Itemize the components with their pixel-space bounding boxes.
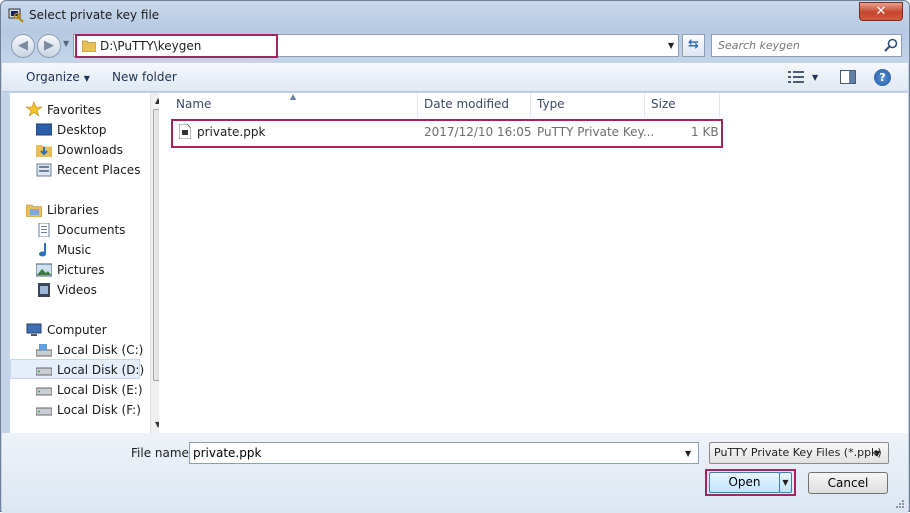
sidebar-heading-computer[interactable]: Computer — [47, 323, 107, 337]
column-divider[interactable] — [719, 93, 720, 117]
file-date: 2017/12/10 16:05 — [424, 125, 532, 139]
new-folder-button[interactable]: New folder — [112, 70, 177, 84]
title-bar: Select private key file ✕ — [1, 1, 909, 29]
forward-button[interactable]: ▶ — [37, 34, 61, 58]
column-header-type[interactable]: Type — [537, 97, 565, 117]
views-dropdown-icon[interactable]: ▼ — [812, 73, 818, 82]
sidebar-item-recent-places[interactable]: Recent Places — [57, 163, 140, 177]
organize-menu[interactable]: Organize ▼ — [26, 70, 90, 84]
pictures-icon — [36, 263, 52, 277]
file-name-label: File name: — [131, 446, 193, 460]
file-dialog: Select private key file ✕ ◀ ▶ ▼ D:\PuTTY… — [0, 0, 910, 513]
refresh-button[interactable]: ⇆ — [682, 34, 705, 57]
sort-ascending-icon: ▲ — [290, 92, 297, 101]
open-button[interactable]: Open — [709, 472, 780, 493]
open-options-dropdown-icon[interactable]: ▼ — [779, 472, 792, 493]
system-drive-icon — [36, 344, 52, 357]
view-options-icon[interactable] — [788, 71, 804, 83]
sidebar-item-local-disk-e[interactable]: Local Disk (E:) — [57, 383, 143, 397]
window-title: Select private key file — [29, 8, 160, 22]
sidebar-item-local-disk-d[interactable]: Local Disk (D:) — [57, 363, 144, 377]
recent-places-icon — [36, 163, 52, 177]
column-divider[interactable] — [530, 93, 531, 117]
downloads-icon — [36, 145, 52, 157]
file-type-select[interactable]: PuTTY Private Key Files (*.ppk) — [709, 442, 889, 464]
search-icon[interactable] — [884, 38, 898, 52]
libraries-icon — [26, 204, 42, 217]
sidebar-item-downloads[interactable]: Downloads — [57, 143, 123, 157]
search-box[interactable] — [711, 34, 902, 57]
back-arrow-icon: ◀ — [18, 38, 28, 53]
sidebar-item-documents[interactable]: Documents — [57, 223, 125, 237]
file-list: Name ▲ Date modified Type Size private.p… — [159, 92, 908, 433]
music-icon — [39, 243, 46, 257]
ppk-file-icon — [179, 124, 191, 139]
forward-arrow-icon: ▶ — [44, 38, 54, 53]
resize-grip-icon[interactable] — [895, 499, 905, 509]
file-name-dropdown-icon[interactable]: ▼ — [685, 449, 691, 458]
putty-key-icon — [8, 8, 24, 23]
column-divider[interactable] — [417, 93, 418, 117]
close-button[interactable]: ✕ — [859, 2, 903, 21]
drive-icon — [36, 407, 52, 416]
help-icon[interactable]: ? — [874, 69, 891, 86]
sidebar-item-local-disk-c[interactable]: Local Disk (C:) — [57, 343, 143, 357]
caret-down-icon: ▼ — [83, 74, 90, 83]
recent-locations-dropdown-icon[interactable]: ▼ — [63, 39, 69, 48]
sidebar-item-music[interactable]: Music — [57, 243, 91, 257]
command-bar: Organize ▼ New folder ▼ ? — [2, 62, 908, 92]
sidebar-heading-favorites[interactable]: Favorites — [47, 103, 101, 117]
column-header-date-modified[interactable]: Date modified — [424, 97, 509, 117]
back-button[interactable]: ◀ — [11, 34, 35, 58]
drive-icon — [36, 387, 52, 396]
address-dropdown-icon[interactable]: ▼ — [668, 41, 674, 50]
address-highlight-box — [75, 34, 278, 58]
refresh-icon: ⇆ — [688, 37, 699, 52]
file-name: private.ppk — [197, 125, 266, 139]
sidebar-item-desktop[interactable]: Desktop — [57, 123, 107, 137]
file-type-dropdown-icon[interactable]: ▼ — [874, 449, 880, 458]
sidebar-item-local-disk-f[interactable]: Local Disk (F:) — [57, 403, 141, 417]
column-divider[interactable] — [644, 93, 645, 117]
file-size: 1 KB — [691, 125, 719, 139]
dialog-footer: File name: ▼ PuTTY Private Key Files (*.… — [2, 433, 908, 513]
sidebar-item-videos[interactable]: Videos — [57, 283, 97, 297]
file-name-input[interactable] — [189, 442, 699, 464]
cancel-button[interactable]: Cancel — [808, 472, 888, 494]
preview-pane-icon[interactable] — [840, 70, 856, 84]
navigation-pane: Favorites Desktop Downloads Recent Place… — [10, 93, 167, 433]
desktop-icon — [36, 123, 52, 136]
column-header-size[interactable]: Size — [651, 97, 676, 117]
documents-icon — [38, 223, 50, 237]
file-type: PuTTY Private Key... — [537, 125, 655, 139]
search-input[interactable] — [712, 35, 880, 56]
computer-icon — [26, 323, 42, 336]
sidebar-heading-libraries[interactable]: Libraries — [47, 203, 99, 217]
favorites-star-icon — [26, 102, 42, 116]
videos-icon — [38, 283, 50, 297]
drive-icon — [36, 367, 52, 376]
column-header-name[interactable]: Name — [176, 97, 211, 117]
sidebar-item-pictures[interactable]: Pictures — [57, 263, 105, 277]
organize-label: Organize — [26, 70, 80, 84]
